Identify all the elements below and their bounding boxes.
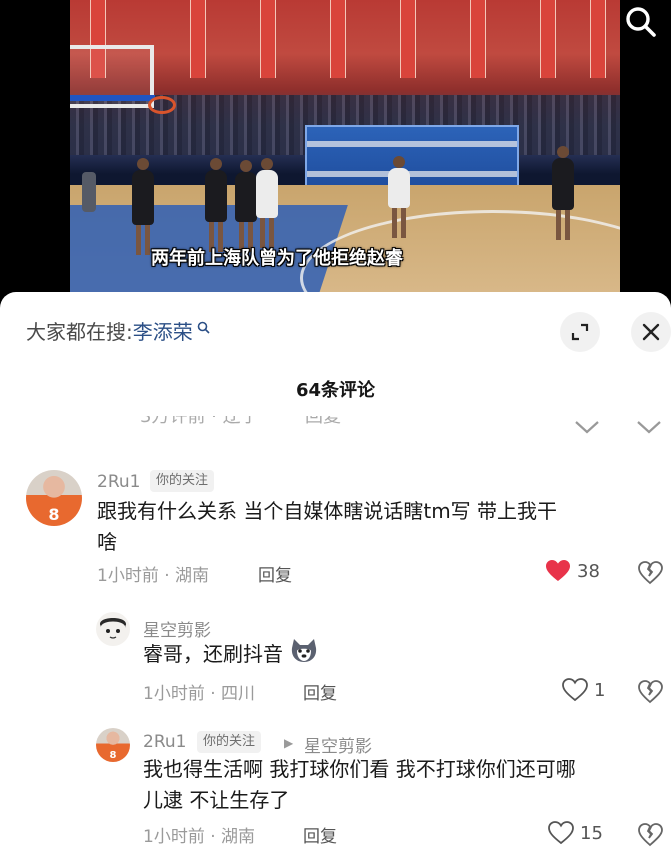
trending-search-prefix: 大家都在搜: [26, 320, 133, 344]
reply-arrow-icon: ▶ [284, 736, 294, 750]
following-badge: 你的关注 [197, 731, 262, 753]
expand-button[interactable] [560, 312, 600, 352]
comment-username[interactable]: 2Ru1 [143, 732, 186, 752]
close-button[interactable] [631, 312, 671, 352]
player [132, 158, 154, 255]
like-button[interactable]: 1 [562, 678, 605, 702]
following-badge: 你的关注 [150, 470, 215, 492]
comments-sheet: 大家都在搜:李添荣 64条评论 3万许前 · 辽宁 回复 8 2Ru1 你的关注… [0, 292, 671, 852]
dislike-broken-heart-icon[interactable] [637, 822, 663, 848]
close-icon [642, 323, 660, 341]
hoop-support [70, 95, 155, 101]
player [388, 156, 410, 238]
comment-time-location: 1小时前 · 湖南 [143, 827, 256, 847]
video-subtitle: 两年前上海队曾为了他拒绝赵睿 [151, 248, 403, 269]
chevron-down-icon[interactable] [634, 420, 664, 434]
comment-time-location: 1小时前 · 湖南 [97, 566, 210, 586]
basketball-rim [148, 96, 176, 114]
comment-text: 跟我有什么关系 当个自媒体瞎说话瞎tm写 带上我干 啥 [97, 499, 558, 554]
reply-button[interactable]: 回复 [258, 561, 292, 586]
search-small-icon [193, 321, 210, 339]
trending-search-keyword[interactable]: 李添荣 [133, 320, 193, 344]
avatar[interactable]: 8 [96, 728, 130, 762]
expand-icon [571, 323, 589, 341]
comment-text: 睿哥，还刷抖音 [143, 638, 623, 673]
trending-search-hint[interactable]: 大家都在搜:李添荣 [26, 316, 210, 348]
heart-outline-icon [548, 821, 574, 845]
like-button[interactable]: 38 [545, 559, 600, 583]
comment-text: 我也得生活啊 我打球你们看 我不打球你们还可哪 儿逮 不让生存了 [143, 757, 576, 812]
avatar[interactable]: 8 [26, 470, 82, 526]
avatar[interactable] [96, 612, 130, 646]
player [552, 146, 574, 240]
reply-button[interactable]: 回复 [303, 822, 337, 847]
like-button[interactable]: 15 [548, 821, 603, 845]
husky-emoji-icon [289, 638, 319, 673]
search-icon [626, 7, 656, 37]
chevron-down-icon[interactable] [572, 420, 602, 434]
search-button[interactable] [623, 4, 659, 40]
sheet-header: 大家都在搜:李添荣 [0, 292, 671, 372]
like-count: 1 [594, 679, 606, 701]
comment-username[interactable]: 2Ru1 [97, 472, 140, 492]
like-count: 15 [580, 822, 603, 844]
cartoon-avatar-icon [100, 618, 126, 639]
player [205, 158, 227, 252]
like-count: 38 [577, 560, 600, 582]
comment-count-title: 64条评论 [295, 380, 376, 401]
dislike-broken-heart-icon[interactable] [637, 560, 663, 586]
reply-button[interactable]: 回复 [303, 679, 337, 704]
video-player[interactable]: 两年前上海队曾为了他拒绝赵睿 [0, 0, 671, 300]
comment-time-location: 1小时前 · 四川 [143, 684, 256, 704]
referee [82, 172, 96, 212]
heart-outline-icon [562, 678, 588, 702]
player [235, 160, 257, 252]
dislike-broken-heart-icon[interactable] [637, 679, 663, 705]
player [256, 158, 278, 248]
heart-filled-icon [546, 560, 570, 581]
